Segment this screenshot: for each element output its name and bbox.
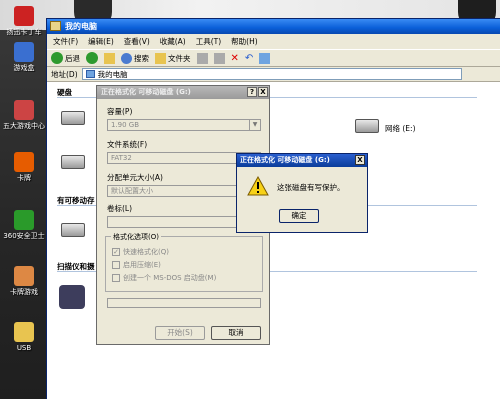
usb-folder-icon bbox=[14, 322, 34, 342]
address-label: 地址(D) bbox=[51, 69, 78, 79]
search-button[interactable]: 搜索 bbox=[121, 52, 149, 64]
desktop-icon-label: 五大游戏中心 bbox=[3, 122, 45, 130]
desktop-icon-label: 扬迅卡丁车 bbox=[6, 28, 42, 36]
checkbox-icon bbox=[112, 261, 120, 269]
menu-view[interactable]: 查看(V) bbox=[124, 36, 150, 47]
move-to-icon[interactable] bbox=[196, 52, 208, 64]
explorer-titlebar[interactable]: 我的电脑 bbox=[47, 19, 500, 34]
folder-icon bbox=[155, 52, 166, 64]
kart-icon bbox=[14, 6, 34, 26]
hard-drive-icon[interactable] bbox=[61, 111, 85, 125]
message-box-titlebar[interactable]: 正在格式化 可移动磁盘 (G:) X bbox=[237, 154, 367, 167]
desktop-icon-gamebox[interactable]: 游戏盒 bbox=[2, 42, 46, 72]
cancel-button[interactable]: 取消 bbox=[211, 326, 261, 340]
chevron-down-icon: ▼ bbox=[249, 120, 260, 130]
menu-edit[interactable]: 编辑(E) bbox=[88, 36, 114, 47]
back-button[interactable]: 后退 bbox=[51, 52, 80, 64]
delete-icon[interactable]: ✕ bbox=[231, 53, 239, 64]
folders-button[interactable]: 文件夹 bbox=[155, 52, 191, 64]
format-dialog-titlebar[interactable]: 正在格式化 可移动磁盘 (G:) ? X bbox=[97, 86, 269, 99]
camera-icon[interactable] bbox=[59, 285, 85, 309]
quick-format-checkbox[interactable]: ✓ 快速格式化(Q) bbox=[112, 247, 169, 257]
capacity-select[interactable]: 1.90 GB ▼ bbox=[107, 119, 261, 131]
search-label: 搜索 bbox=[134, 53, 149, 63]
format-progress-bar bbox=[107, 298, 261, 308]
close-button[interactable]: X bbox=[355, 155, 365, 165]
volume-label: 卷标(L) bbox=[107, 204, 133, 213]
removable-drive-icon[interactable] bbox=[61, 223, 85, 237]
format-options-title: 格式化选项(O) bbox=[111, 232, 161, 242]
my-computer-icon bbox=[50, 21, 61, 31]
card-icon bbox=[14, 152, 34, 172]
checkbox-checked-icon: ✓ bbox=[112, 248, 120, 256]
write-protect-message-box: 正在格式化 可移动磁盘 (G:) X 这张磁盘有写保护。 确定 bbox=[236, 153, 368, 233]
explorer-title: 我的电脑 bbox=[65, 22, 97, 31]
address-input[interactable]: 我的电脑 bbox=[81, 68, 462, 80]
quick-format-label: 快速格式化(Q) bbox=[123, 248, 169, 256]
shield-icon bbox=[14, 210, 34, 230]
network-drive-icon[interactable] bbox=[355, 119, 379, 133]
card-game-icon bbox=[14, 266, 34, 286]
my-computer-icon bbox=[85, 70, 95, 78]
views-icon[interactable] bbox=[259, 52, 271, 64]
filesystem-label: 文件系统(F) bbox=[107, 140, 148, 149]
hard-drive-icon[interactable] bbox=[61, 155, 85, 169]
menu-favorites[interactable]: 收藏(A) bbox=[160, 36, 186, 47]
format-dialog-title: 正在格式化 可移动磁盘 (G:) bbox=[101, 88, 191, 96]
network-drive-label[interactable]: 网络 (E:) bbox=[385, 123, 416, 134]
forward-arrow-icon[interactable] bbox=[86, 52, 98, 64]
desktop-icon-label: 卡牌 bbox=[17, 174, 31, 182]
address-value: 我的电脑 bbox=[97, 69, 128, 79]
msdos-startup-label: 创建一个 MS-DOS 启动盘(M) bbox=[123, 274, 217, 282]
compression-label: 启用压缩(E) bbox=[123, 261, 161, 269]
help-button[interactable]: ? bbox=[247, 87, 257, 97]
checkbox-icon bbox=[112, 274, 120, 282]
copy-to-icon[interactable] bbox=[213, 52, 225, 64]
compression-checkbox[interactable]: 启用压缩(E) bbox=[112, 260, 161, 270]
up-folder-icon[interactable] bbox=[104, 52, 115, 64]
desktop-icon-label: 360安全卫士 bbox=[3, 232, 45, 240]
message-text: 这张磁盘有写保护。 bbox=[277, 183, 345, 192]
desktop-icon-label: 游戏盒 bbox=[13, 64, 35, 72]
desktop-icon-360[interactable]: 360安全卫士 bbox=[2, 210, 46, 240]
folders-label: 文件夹 bbox=[168, 53, 191, 63]
toolbar: 后退 搜索 文件夹 ✕ ↶ bbox=[47, 49, 500, 67]
desktop-icon-game-center[interactable]: 五大游戏中心 bbox=[2, 100, 46, 130]
menu-file[interactable]: 文件(F) bbox=[53, 36, 78, 47]
back-label: 后退 bbox=[65, 53, 80, 63]
capacity-label: 容量(P) bbox=[107, 107, 133, 116]
back-arrow-icon bbox=[51, 52, 63, 64]
address-bar: 地址(D) 我的电脑 bbox=[47, 67, 500, 82]
ok-button[interactable]: 确定 bbox=[279, 209, 319, 223]
message-box-title: 正在格式化 可移动磁盘 (G:) bbox=[240, 156, 330, 164]
game-center-icon bbox=[14, 100, 34, 120]
desktop-icon-kart[interactable]: 扬迅卡丁车 bbox=[2, 6, 46, 36]
desktop-icon-label: USB bbox=[16, 344, 32, 352]
menu-help[interactable]: 帮助(H) bbox=[231, 36, 258, 47]
desktop-icon-label: 卡牌游戏 bbox=[10, 288, 38, 296]
gamebox-icon bbox=[14, 42, 34, 62]
alloc-value: 默认配置大小 bbox=[111, 187, 153, 195]
format-options-group: 格式化选项(O) ✓ 快速格式化(Q) 启用压缩(E) 创建一个 MS-DOS … bbox=[105, 232, 263, 292]
desktop-icon-card[interactable]: 卡牌 bbox=[2, 152, 46, 182]
capacity-value: 1.90 GB bbox=[111, 121, 140, 129]
alloc-label: 分配单元大小(A) bbox=[107, 173, 163, 182]
menu-bar: 文件(F) 编辑(E) 查看(V) 收藏(A) 工具(T) 帮助(H) bbox=[47, 34, 500, 49]
desktop-icon-card-game[interactable]: 卡牌游戏 bbox=[2, 266, 46, 296]
menu-tools[interactable]: 工具(T) bbox=[196, 36, 221, 47]
desktop-icon-usb[interactable]: USB bbox=[2, 322, 46, 352]
msdos-startup-checkbox[interactable]: 创建一个 MS-DOS 启动盘(M) bbox=[112, 273, 216, 283]
search-icon bbox=[121, 52, 132, 64]
undo-icon[interactable]: ↶ bbox=[245, 53, 253, 64]
filesystem-value: FAT32 bbox=[111, 154, 132, 162]
start-button[interactable]: 开始(S) bbox=[155, 326, 205, 340]
close-button[interactable]: X bbox=[258, 87, 268, 97]
warning-icon bbox=[247, 176, 269, 196]
